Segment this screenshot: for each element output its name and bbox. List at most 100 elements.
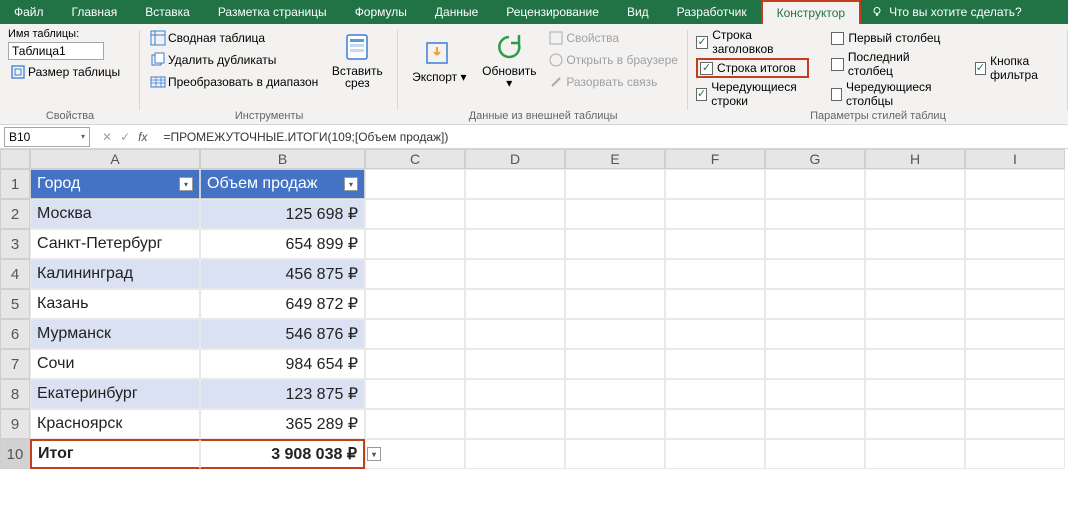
chk-total-row[interactable]: Строка итогов <box>696 58 809 78</box>
cell[interactable] <box>865 169 965 199</box>
cell[interactable]: 649 872 ₽ <box>200 289 365 319</box>
cell[interactable]: 456 875 ₽ <box>200 259 365 289</box>
convert-to-range-button[interactable]: Преобразовать в диапазон <box>148 72 320 92</box>
insert-slicer-button[interactable]: Вставить срез <box>324 29 390 91</box>
cell[interactable]: Казань <box>30 289 200 319</box>
unlink-icon <box>548 74 564 90</box>
totals-value-cell[interactable]: 3 908 038 ₽ ▾ <box>200 439 365 469</box>
col-header[interactable]: F <box>665 149 765 169</box>
row-header[interactable]: 1 <box>0 169 30 199</box>
tab-view[interactable]: Вид <box>613 0 663 24</box>
chk-banded-rows[interactable]: Чередующиеся строки <box>696 80 809 108</box>
name-box[interactable]: B10 ▾ <box>4 127 90 147</box>
col-header[interactable]: B <box>200 149 365 169</box>
browser-icon <box>548 52 564 68</box>
group-label-tools: Инструменты <box>148 108 390 122</box>
chk-banded-columns[interactable]: Чередующиеся столбцы <box>831 80 953 108</box>
refresh-button[interactable]: Обновить ▾ <box>476 29 542 91</box>
select-all-corner[interactable] <box>0 149 30 169</box>
resize-icon <box>10 64 26 80</box>
formula-input[interactable] <box>157 127 1068 147</box>
pivot-table-button[interactable]: Сводная таблица <box>148 28 320 48</box>
table-name-input[interactable] <box>8 42 104 60</box>
row-header[interactable]: 10 <box>0 439 30 469</box>
dedup-icon <box>150 52 166 68</box>
col-header[interactable]: G <box>765 149 865 169</box>
refresh-icon <box>493 31 525 63</box>
cell[interactable]: 654 899 ₽ <box>200 229 365 259</box>
cell[interactable]: 984 654 ₽ <box>200 349 365 379</box>
tab-developer[interactable]: Разработчик <box>663 0 761 24</box>
col-header[interactable]: D <box>465 149 565 169</box>
row-header[interactable]: 3 <box>0 229 30 259</box>
tell-me-label: Что вы хотите сделать? <box>889 5 1022 19</box>
row-header[interactable]: 2 <box>0 199 30 229</box>
pivot-icon <box>150 30 166 46</box>
group-label-properties: Свойства <box>8 108 132 122</box>
cell[interactable] <box>965 169 1065 199</box>
cell[interactable]: 546 876 ₽ <box>200 319 365 349</box>
group-label-external: Данные из внешней таблицы <box>406 108 680 122</box>
chk-filter-button[interactable]: Кнопка фильтра <box>975 54 1060 82</box>
cell[interactable] <box>765 169 865 199</box>
chk-header-row[interactable]: Строка заголовков <box>696 28 809 56</box>
filter-dropdown-icon[interactable]: ▾ <box>344 177 358 191</box>
cell[interactable]: 365 289 ₽ <box>200 409 365 439</box>
cancel-formula-icon: ✕ <box>102 130 112 144</box>
cell[interactable]: 123 875 ₽ <box>200 379 365 409</box>
resize-table-button[interactable]: Размер таблицы <box>8 62 132 82</box>
slicer-icon <box>341 31 373 63</box>
remove-duplicates-button[interactable]: Удалить дубликаты <box>148 50 320 70</box>
cell[interactable] <box>565 169 665 199</box>
accept-formula-icon: ✓ <box>120 130 130 144</box>
cell[interactable] <box>365 169 465 199</box>
cell[interactable]: Москва <box>30 199 200 229</box>
table-header-sales[interactable]: Объем продаж▾ <box>200 169 365 199</box>
row-header[interactable]: 5 <box>0 289 30 319</box>
tab-insert[interactable]: Вставка <box>131 0 204 24</box>
chk-first-column[interactable]: Первый столбец <box>831 28 953 48</box>
totals-dropdown-icon[interactable]: ▾ <box>367 447 381 461</box>
col-header[interactable]: A <box>30 149 200 169</box>
col-header[interactable]: H <box>865 149 965 169</box>
row-header[interactable]: 7 <box>0 349 30 379</box>
tell-me[interactable]: Что вы хотите сделать? <box>861 0 1032 24</box>
spreadsheet-grid[interactable]: A B C D E F G H I 1 Город▾ Объем продаж▾… <box>0 149 1068 469</box>
cell[interactable] <box>665 169 765 199</box>
row-header[interactable]: 9 <box>0 409 30 439</box>
cell[interactable]: Красноярск <box>30 409 200 439</box>
filter-dropdown-icon[interactable]: ▾ <box>179 177 193 191</box>
tab-formulas[interactable]: Формулы <box>341 0 421 24</box>
unlink-button: Разорвать связь <box>546 72 680 92</box>
cell[interactable]: Сочи <box>30 349 200 379</box>
cell[interactable]: Екатеринбург <box>30 379 200 409</box>
table-header-city[interactable]: Город▾ <box>30 169 200 199</box>
cell[interactable] <box>465 169 565 199</box>
group-label-style-options: Параметры стилей таблиц <box>696 108 1060 122</box>
tab-file[interactable]: Файл <box>0 0 58 24</box>
props-icon <box>548 30 564 46</box>
tab-home[interactable]: Главная <box>58 0 132 24</box>
fx-icon[interactable]: fx <box>138 130 147 144</box>
lightbulb-icon <box>871 6 883 18</box>
col-header[interactable]: E <box>565 149 665 169</box>
tab-review[interactable]: Рецензирование <box>492 0 613 24</box>
table-name-label: Имя таблицы: <box>8 28 132 40</box>
chk-last-column[interactable]: Последний столбец <box>831 50 953 78</box>
cell[interactable]: 125 698 ₽ <box>200 199 365 229</box>
tab-table-design[interactable]: Конструктор <box>761 0 861 24</box>
cell[interactable]: Санкт-Петербург <box>30 229 200 259</box>
cell[interactable]: Калининград <box>30 259 200 289</box>
row-header[interactable]: 8 <box>0 379 30 409</box>
export-button[interactable]: Экспорт ▾ <box>406 35 472 85</box>
chevron-down-icon[interactable]: ▾ <box>81 132 85 141</box>
row-header[interactable]: 4 <box>0 259 30 289</box>
open-in-browser-button: Открыть в браузере <box>546 50 680 70</box>
col-header[interactable]: I <box>965 149 1065 169</box>
tab-data[interactable]: Данные <box>421 0 492 24</box>
row-header[interactable]: 6 <box>0 319 30 349</box>
tab-page-layout[interactable]: Разметка страницы <box>204 0 341 24</box>
col-header[interactable]: C <box>365 149 465 169</box>
totals-label-cell[interactable]: Итог <box>30 439 200 469</box>
cell[interactable]: Мурманск <box>30 319 200 349</box>
